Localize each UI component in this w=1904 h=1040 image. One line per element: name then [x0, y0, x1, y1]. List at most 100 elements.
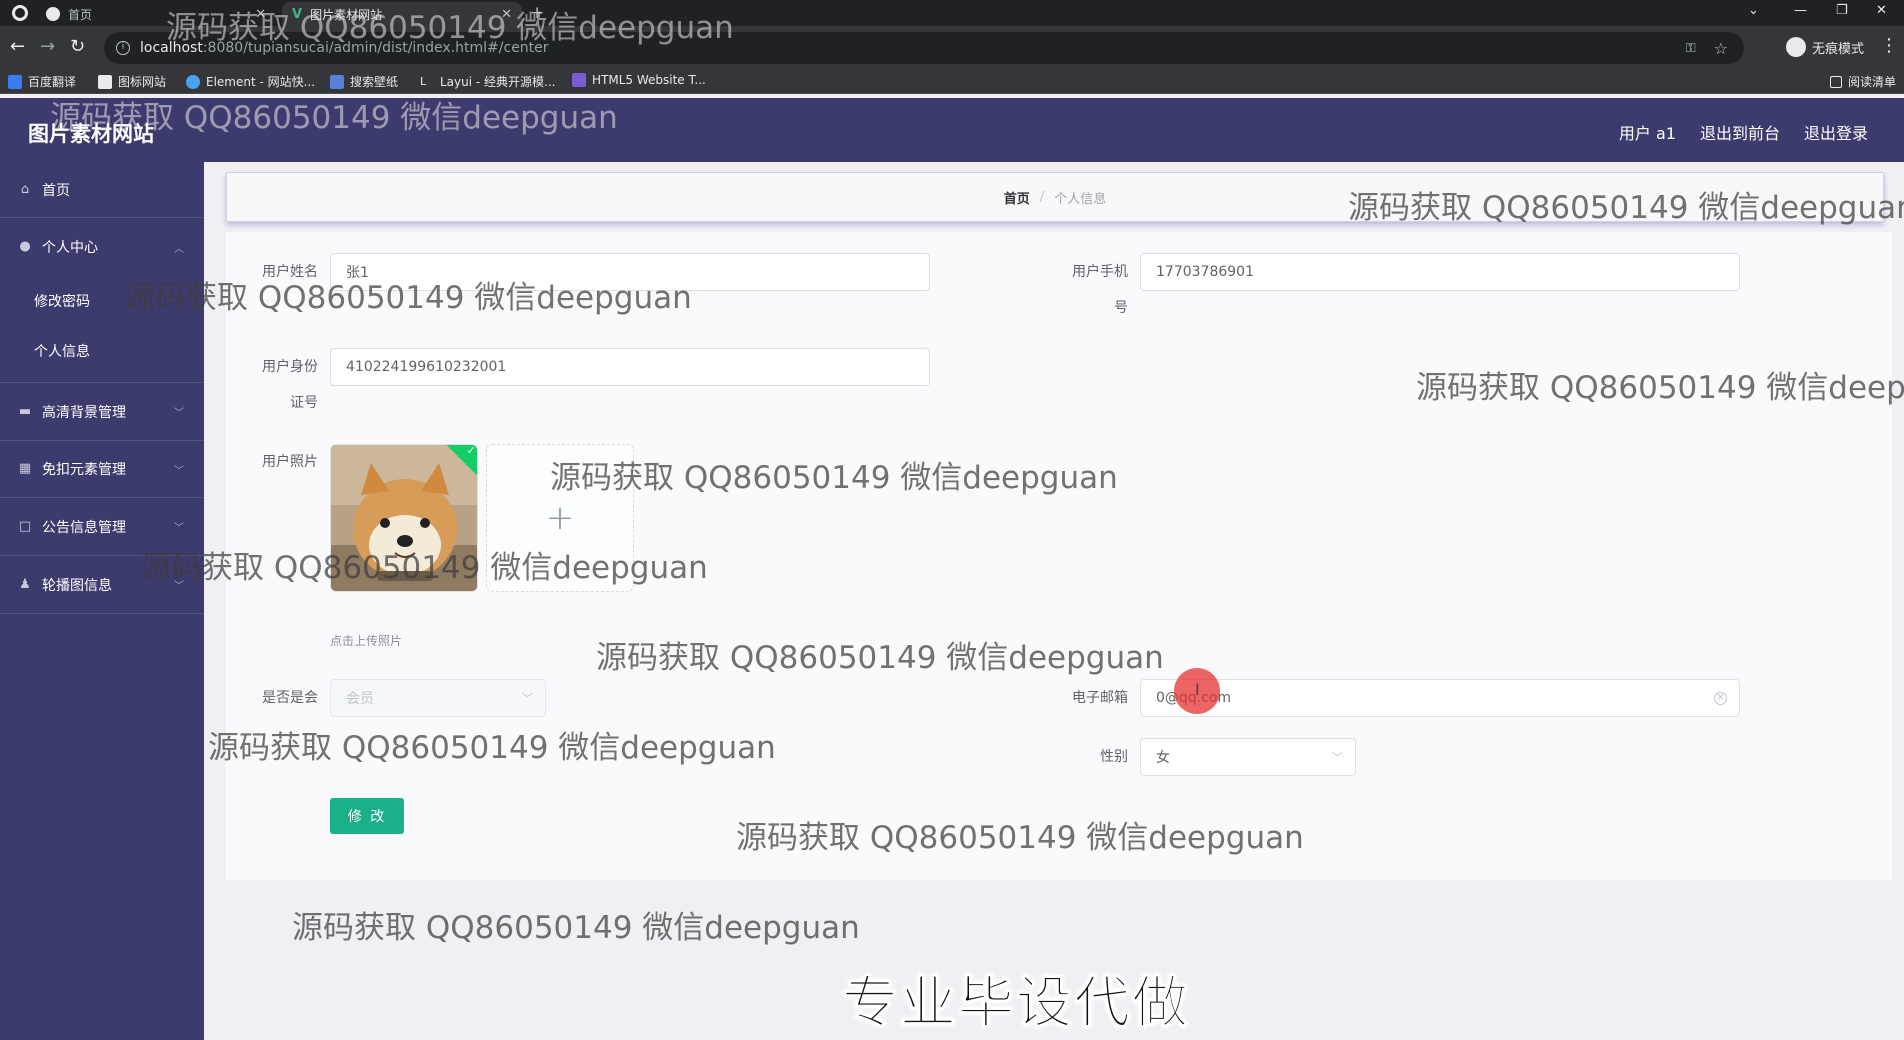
sidebar-item-personal[interactable]: ● 个人中心 ︿ [0, 218, 204, 276]
browser-tab-strip: 首页 ✕ V 图片素材网站 ✕ + ⌄ — ❐ ✕ [0, 0, 1904, 26]
element-logo-icon [186, 74, 200, 89]
name-label: 用户姓名 [262, 264, 318, 280]
browser-menu-icon[interactable] [12, 5, 28, 21]
phone-label-wrap: 号 [1114, 300, 1128, 316]
sidebar-item-personal-info[interactable]: 个人信息 [0, 326, 204, 376]
breadcrumb-home[interactable]: 首页 [1004, 188, 1030, 207]
browser-menu-kebab-icon[interactable]: ⋮ [1880, 35, 1898, 56]
tab-search-icon[interactable]: ⌄ [1748, 3, 1759, 18]
user-photo-thumbnail[interactable]: ✓ [330, 444, 478, 592]
sidebar-item-label: 免扣元素管理 [42, 462, 126, 478]
tab-title: 首页 [68, 7, 93, 22]
site-title: 图片素材网站 [28, 122, 154, 146]
chevron-down-icon: ﹀ [1332, 751, 1343, 764]
url-host: localhost [140, 40, 203, 56]
bookmark-star-icon[interactable]: ☆ [1714, 39, 1728, 58]
html5-icon [572, 73, 586, 87]
site-info-icon[interactable]: i [116, 41, 130, 55]
bookmark-item[interactable]: L Layui - 经典开源模... [420, 73, 555, 90]
translate-icon [8, 74, 22, 89]
current-user: 用户 a1 [1618, 124, 1676, 143]
sidebar-item-carousel[interactable]: ♟ 轮播图信息 ﹀ [0, 556, 204, 614]
sidebar-item-notice-manage[interactable]: □ 公告信息管理 ﹀ [0, 498, 204, 556]
sidebar-item-change-password[interactable]: 修改密码 [0, 276, 204, 326]
sidebar-item-cutout-manage[interactable]: ▦ 免扣元素管理 ﹀ [0, 441, 204, 498]
new-tab-icon[interactable]: + [530, 3, 544, 23]
gender-value: 女 [1156, 750, 1170, 766]
sidebar-item-label: 修改密码 [34, 294, 90, 310]
plus-icon: + [545, 498, 575, 538]
user-icon: ● [19, 239, 31, 254]
reading-list-icon [1830, 75, 1842, 88]
home-icon: ⌂ [20, 181, 30, 197]
idcard-field[interactable]: 410224199610232001 [330, 348, 930, 386]
bookmark-item[interactable]: Element - 网站快... [186, 73, 315, 90]
window-close-icon[interactable]: ✕ [1876, 3, 1887, 18]
url-path: :8080/tupiansucai/admin/dist/index.html#… [202, 40, 549, 56]
tab-site[interactable]: V 图片素材网站 ✕ [282, 2, 522, 26]
layui-icon: L [420, 74, 427, 88]
bookmark-item[interactable]: 百度翻译 [8, 73, 76, 90]
member-value: 会员 [346, 691, 374, 707]
photo-upload-button[interactable]: + [486, 444, 634, 592]
globe-icon [46, 7, 60, 21]
close-tab-icon[interactable]: ✕ [255, 7, 266, 22]
chevron-down-icon: ﹀ [174, 581, 184, 592]
wallpaper-icon [330, 74, 344, 89]
logout-link[interactable]: 退出登录 [1804, 120, 1868, 144]
bookmark-item[interactable]: 图标网站 [98, 73, 166, 90]
tab-home[interactable]: 首页 ✕ [36, 2, 276, 26]
gender-label: 性别 [1100, 749, 1128, 765]
bookmark-label: Element - 网站快... [206, 75, 316, 89]
name-field[interactable]: 张1 [330, 253, 930, 291]
vue-logo-icon: V [292, 6, 303, 22]
breadcrumb: 首页 / 个人信息 [226, 172, 1884, 222]
close-tab-icon[interactable]: ✕ [501, 7, 512, 22]
reading-list-label: 阅读清单 [1848, 75, 1897, 89]
sidebar-item-label: 高清背景管理 [42, 404, 126, 421]
password-key-icon[interactable]: ⚿ [1686, 41, 1696, 56]
bookmark-label: Layui - 经典开源模... [440, 75, 556, 89]
flag-icon [98, 74, 112, 89]
forward-icon[interactable]: → [40, 37, 55, 57]
back-icon[interactable]: ← [10, 37, 25, 57]
phone-label: 用户手机 [1072, 264, 1128, 280]
watermark-text: 源码获取 QQ86050149 微信deepguan [292, 910, 860, 946]
clear-input-icon[interactable]: ✕ [1714, 691, 1727, 705]
phone-value: 17703786901 [1156, 264, 1254, 280]
bookmark-item[interactable]: 搜索壁纸 [330, 73, 398, 90]
check-icon: ✓ [466, 444, 476, 457]
sidebar-item-label: 轮播图信息 [42, 577, 112, 594]
gender-select[interactable]: 女 ﹀ [1140, 738, 1356, 776]
person-icon: ♟ [19, 576, 31, 592]
incognito-indicator[interactable]: 无痕模式 [1786, 37, 1864, 57]
sidebar-item-bg-manage[interactable]: ▬ 高清背景管理 ﹀ [0, 383, 204, 441]
reload-icon[interactable]: ↻ [70, 37, 85, 57]
restore-icon[interactable]: ❐ [1836, 3, 1848, 18]
bookmark-label: HTML5 Website T... [592, 73, 706, 87]
tab-title: 图片素材网站 [310, 7, 383, 22]
sidebar-item-label: 首页 [42, 182, 70, 199]
header-links: 用户 a1 退出到前台 退出登录 [1619, 120, 1868, 144]
submit-button[interactable]: 修 改 [330, 798, 404, 834]
text-cursor-icon: I [1195, 680, 1200, 699]
monitor-icon: ▬ [18, 403, 32, 419]
calendar-icon: ▦ [18, 461, 32, 476]
email-label: 电子邮箱 [1072, 690, 1128, 706]
url-input[interactable]: i localhost:8080/tupiansucai/admin/dist/… [104, 32, 1744, 64]
chevron-down-icon: ﹀ [174, 408, 184, 419]
back-to-front-link[interactable]: 退出到前台 [1700, 120, 1780, 144]
sidebar-item-home[interactable]: ⌂ 首页 [0, 162, 204, 218]
bookmark-item[interactable]: HTML5 Website T... [572, 73, 706, 87]
reading-list-button[interactable]: 阅读清单 [1830, 73, 1896, 90]
email-field[interactable]: 0@qq.com ✕ [1140, 679, 1740, 717]
breadcrumb-separator: / [1039, 189, 1045, 205]
submenu-personal: ● 个人中心 ︿ 修改密码 个人信息 [0, 218, 204, 383]
upload-hint: 点击上传照片 [330, 634, 403, 648]
bookmark-label: 搜索壁纸 [350, 75, 399, 89]
address-bar-row: ← → ↻ i localhost:8080/tupiansucai/admin… [0, 26, 1904, 70]
member-select[interactable]: 会员 ﹀ [330, 679, 546, 717]
bookmark-label: 图标网站 [118, 75, 167, 89]
phone-field[interactable]: 17703786901 [1140, 253, 1740, 291]
minimize-icon[interactable]: — [1794, 3, 1807, 18]
